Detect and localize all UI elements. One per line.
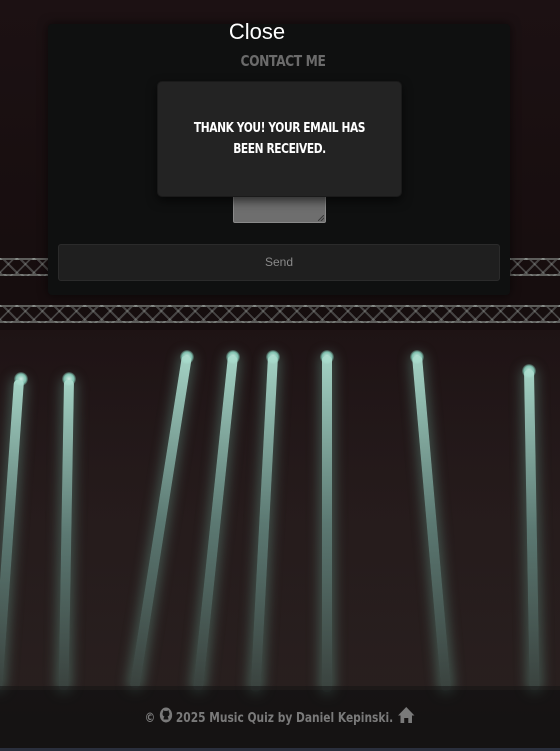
github-icon[interactable] [159,707,172,730]
modal-heading: Contact me [240,52,326,70]
send-button[interactable]: Send [58,244,500,281]
home-icon[interactable] [397,706,415,731]
footer-text: 2025 Music Quiz by Daniel Kepinski. [176,711,394,726]
message-textarea[interactable] [233,194,326,223]
resize-handle-icon[interactable] [318,215,324,221]
confirmation-popup: Thank you! Your email has been received. [157,81,402,197]
close-button[interactable]: Close [26,19,488,45]
footer: © 2025 Music Quiz by Daniel Kepinski. [0,686,560,748]
footer-content: © 2025 Music Quiz by Daniel Kepinski. [0,706,560,731]
footer-inner: © 2025 Music Quiz by Daniel Kepinski. [145,706,415,731]
light-beam [322,356,332,692]
copyright-symbol: © [144,711,156,726]
stage-floor [0,330,560,690]
page: Close Contact me Send Thank you! Your em… [0,0,560,751]
confirmation-message: Thank you! Your email has been received. [193,121,366,157]
truss-lower [0,305,560,323]
